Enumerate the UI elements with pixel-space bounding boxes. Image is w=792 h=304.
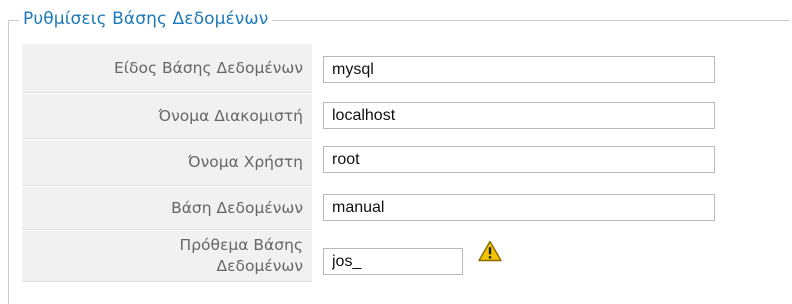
db-name-input[interactable] — [323, 194, 715, 221]
username-label: Όνομα Χρήστη — [22, 140, 312, 186]
db-prefix-label: Πρόθεμα Βάσης Δεδομένων — [22, 231, 312, 282]
database-settings-legend: Ρυθμίσεις Βάσης Δεδομένων — [19, 6, 273, 32]
username-input[interactable] — [323, 146, 715, 173]
host-name-input[interactable] — [323, 102, 715, 129]
db-name-label: Βάση Δεδομένων — [22, 187, 312, 230]
warning-triangle-icon — [478, 240, 502, 262]
db-type-input[interactable] — [323, 56, 715, 83]
db-prefix-input[interactable] — [323, 248, 463, 275]
db-type-label: Είδος Βάσης Δεδομένων — [22, 44, 312, 93]
host-name-label: Όνομα Διακομιστή — [22, 94, 312, 139]
